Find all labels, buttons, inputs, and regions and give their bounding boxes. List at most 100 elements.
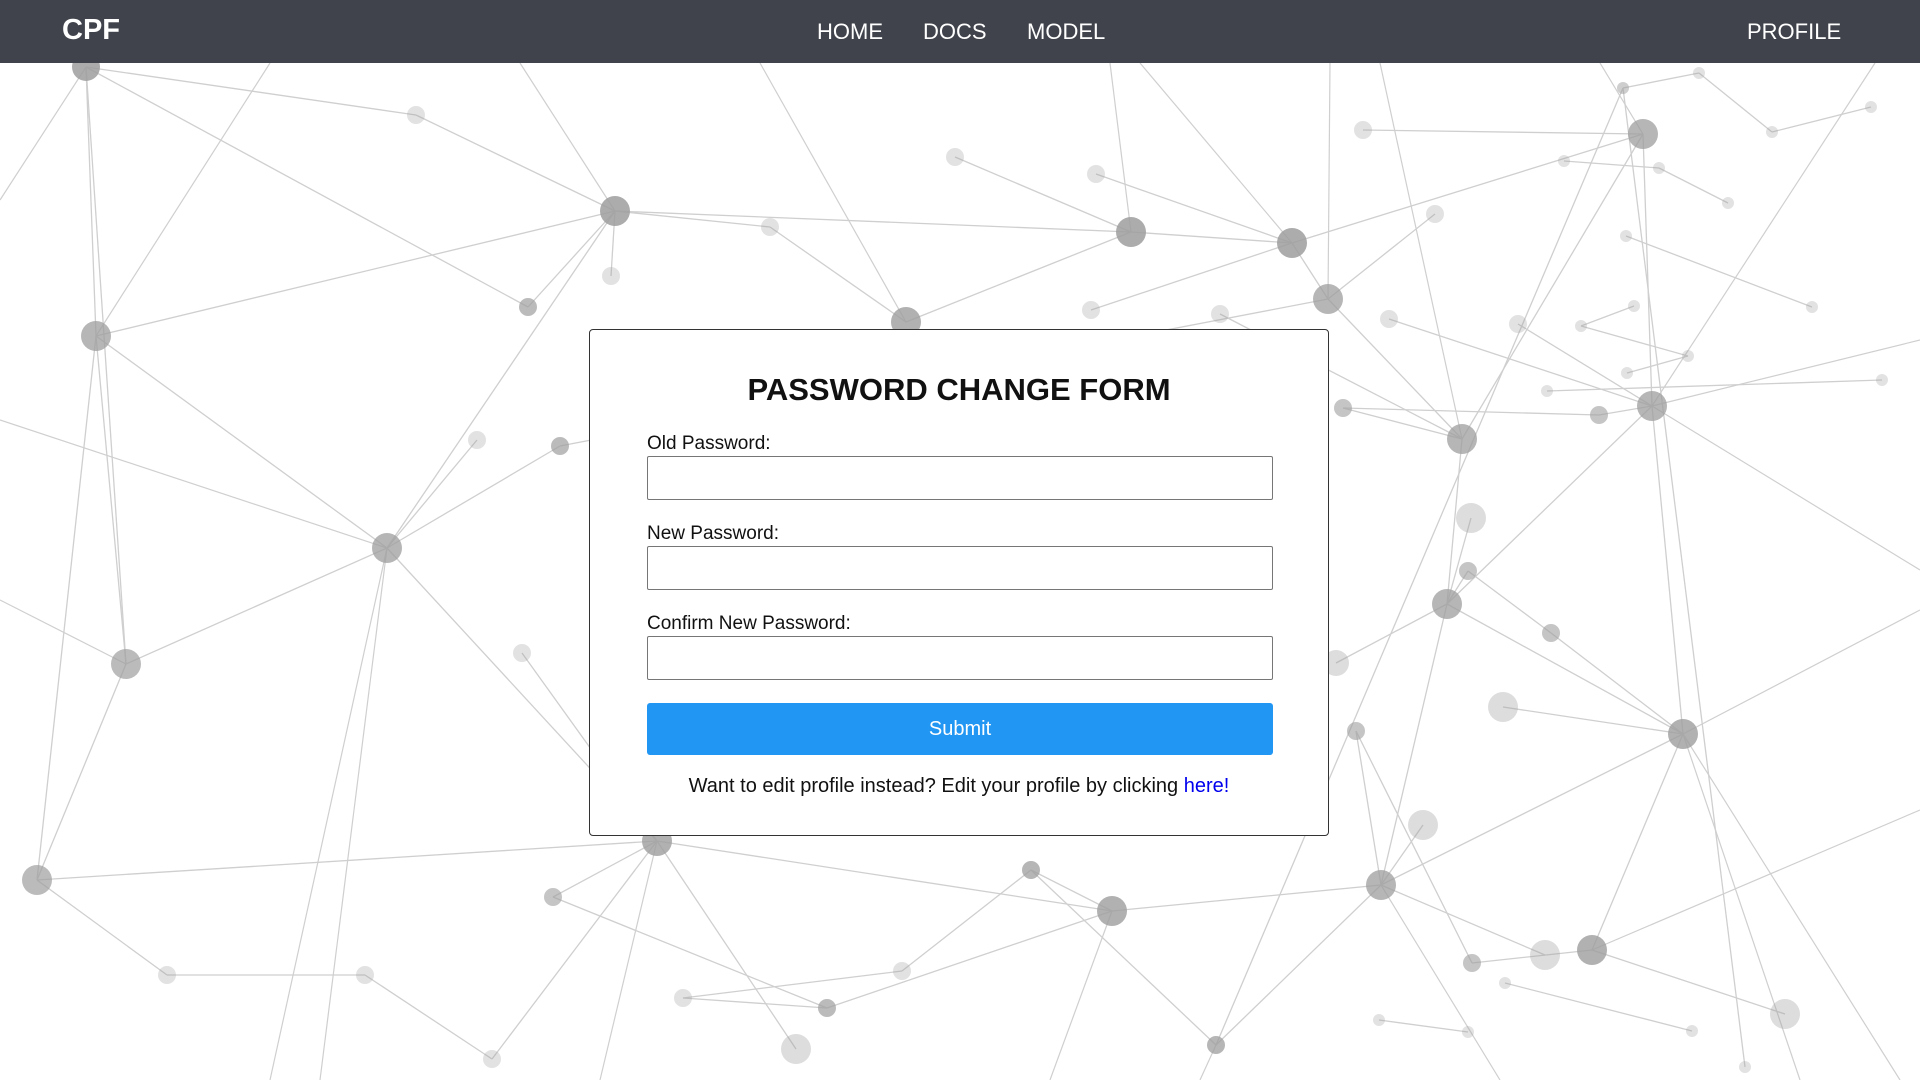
network-edge xyxy=(1342,407,1600,416)
network-node xyxy=(1082,301,1100,319)
network-node xyxy=(1313,284,1343,314)
submit-button[interactable]: Submit xyxy=(647,703,1273,755)
network-edge xyxy=(1291,133,1644,244)
network-node xyxy=(1373,1014,1385,1026)
confirm-password-label: Confirm New Password: xyxy=(647,613,851,634)
network-node xyxy=(1366,870,1396,900)
network-edge xyxy=(1380,733,1684,886)
network-node xyxy=(1380,310,1398,328)
network-node xyxy=(81,321,111,351)
network-edge xyxy=(759,63,907,323)
network-node xyxy=(600,196,630,226)
network-edge xyxy=(1504,982,1693,1032)
network-node xyxy=(1876,374,1888,386)
nav-link-docs[interactable]: DOCS xyxy=(923,19,987,45)
network-edge xyxy=(1651,339,1920,407)
confirm-password-input[interactable] xyxy=(647,636,1273,680)
edit-profile-link[interactable]: here! xyxy=(1184,775,1230,797)
network-edge xyxy=(36,663,127,881)
network-edge xyxy=(85,66,529,308)
network-node xyxy=(674,989,692,1007)
network-edge xyxy=(1517,323,1653,407)
edit-profile-prompt: Want to edit profile instead? Edit your … xyxy=(590,775,1328,798)
old-password-label: Old Password: xyxy=(647,433,771,454)
nav-link-home[interactable]: HOME xyxy=(817,19,883,45)
network-edge xyxy=(386,445,561,549)
network-edge xyxy=(1658,167,1729,204)
network-edge xyxy=(1546,379,1883,392)
network-edge xyxy=(319,547,388,1080)
network-edge xyxy=(415,114,616,212)
network-edge xyxy=(1563,160,1660,169)
network-node xyxy=(1653,162,1665,174)
network-edge xyxy=(386,439,478,549)
network-node xyxy=(1722,197,1734,209)
network-node xyxy=(22,865,52,895)
network-edge xyxy=(0,66,87,201)
network-node xyxy=(1116,217,1146,247)
network-edge xyxy=(1130,231,1293,244)
network-edge xyxy=(1622,72,1700,89)
network-edge xyxy=(95,63,271,337)
network-edge xyxy=(1111,884,1382,912)
form-title: PASSWORD CHANGE FORM xyxy=(747,372,1171,407)
network-edge xyxy=(1467,570,1552,634)
network-node xyxy=(1621,367,1633,379)
network-edge xyxy=(1580,305,1635,327)
network-node xyxy=(1620,230,1632,242)
network-node xyxy=(1766,126,1778,138)
network-node xyxy=(1426,205,1444,223)
network-node xyxy=(551,437,569,455)
network-node xyxy=(781,1034,811,1064)
network-node xyxy=(1541,385,1553,397)
network-edge xyxy=(1109,63,1132,233)
network-edge xyxy=(656,840,797,1050)
network-edge xyxy=(1380,884,1501,1080)
network-edge xyxy=(0,419,388,549)
network-edge xyxy=(1379,63,1463,440)
brand-logo[interactable]: CPF xyxy=(62,14,120,47)
network-node xyxy=(1207,1036,1225,1054)
network-node xyxy=(1617,82,1629,94)
network-node xyxy=(1682,350,1694,362)
network-node xyxy=(1637,391,1667,421)
network-node xyxy=(1097,896,1127,926)
network-node xyxy=(1628,300,1640,312)
network-node xyxy=(1463,954,1481,972)
network-edge xyxy=(1591,809,1920,951)
network-edge xyxy=(0,599,127,665)
network-node xyxy=(761,218,779,236)
network-node xyxy=(1686,1025,1698,1037)
new-password-input[interactable] xyxy=(647,546,1273,590)
nav-link-model[interactable]: MODEL xyxy=(1027,19,1105,45)
network-edge xyxy=(1355,730,1473,964)
network-edge xyxy=(527,210,616,308)
new-password-label: New Password: xyxy=(647,523,779,544)
network-node xyxy=(1456,503,1486,533)
network-node xyxy=(1462,1026,1474,1038)
network-edge xyxy=(1591,949,1786,1015)
old-password-input[interactable] xyxy=(647,456,1273,500)
network-edge xyxy=(1580,325,1689,357)
network-node xyxy=(1211,305,1229,323)
network-edge xyxy=(1651,405,1684,735)
network-edge xyxy=(599,840,658,1080)
network-edge xyxy=(1378,1019,1469,1033)
network-edge xyxy=(1651,405,1920,571)
network-edge xyxy=(95,335,127,665)
network-edge xyxy=(1502,706,1684,735)
network-edge xyxy=(1362,129,1644,135)
network-node xyxy=(1693,67,1705,79)
network-node xyxy=(1499,977,1511,989)
network-edge xyxy=(1698,72,1773,133)
network-edge xyxy=(769,226,907,323)
network-edge xyxy=(1771,106,1872,133)
network-edge xyxy=(1090,242,1293,311)
network-edge xyxy=(1682,733,1901,1080)
network-node xyxy=(1087,165,1105,183)
network-node xyxy=(818,999,836,1017)
network-node xyxy=(1590,406,1608,424)
network-edge xyxy=(85,66,127,665)
nav-link-profile[interactable]: PROFILE xyxy=(1747,19,1841,45)
network-edge xyxy=(1380,603,1448,886)
